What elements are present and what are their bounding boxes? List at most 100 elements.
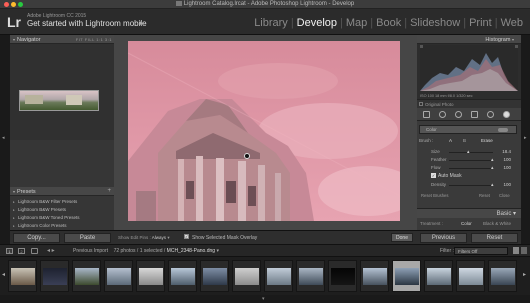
- module-map[interactable]: Map: [343, 17, 370, 29]
- show-mask-overlay-checkbox[interactable]: ✓: [184, 234, 189, 239]
- histogram-header[interactable]: Histogram ▾: [417, 35, 521, 44]
- treatment-color-option[interactable]: Color: [461, 221, 472, 226]
- chevron-right-icon[interactable]: ▸: [140, 19, 144, 27]
- primary-display-button[interactable]: 1: [6, 248, 13, 254]
- module-book[interactable]: Book: [373, 17, 404, 29]
- adjustment-brush-tool-icon[interactable]: [503, 111, 510, 118]
- basic-header[interactable]: Basic ▾: [417, 208, 521, 218]
- filmstrip-thumbnail[interactable]: [264, 260, 293, 292]
- chevron-down-icon[interactable]: ▾: [216, 248, 219, 254]
- filmstrip-thumbnail[interactable]: [104, 260, 133, 292]
- module-print[interactable]: Print: [466, 17, 495, 29]
- size-thumb[interactable]: ▴: [467, 149, 470, 155]
- filter-select[interactable]: Filters Off: [454, 247, 508, 255]
- color-swatch[interactable]: [498, 128, 508, 132]
- scroll-right-icon[interactable]: ▸: [523, 271, 526, 278]
- lock-icon[interactable]: [513, 247, 519, 254]
- histogram[interactable]: ISO 100 18 mm f/8.0 1/320 sec: [417, 44, 521, 100]
- navigator-zoom-options[interactable]: FIT FILL 1:1 3:1: [76, 37, 112, 42]
- flow-value[interactable]: 100: [503, 165, 511, 170]
- size-track[interactable]: [449, 152, 493, 153]
- feather-slider-row[interactable]: Feather ▴ 100: [419, 157, 517, 164]
- add-preset-icon[interactable]: +: [107, 188, 111, 194]
- mobile-promo-link[interactable]: Get started with Lightroom mobile: [27, 19, 147, 28]
- filmstrip-thumbnail[interactable]: [200, 260, 229, 292]
- photo-with-mask-overlay[interactable]: [128, 41, 400, 221]
- density-value[interactable]: 100: [503, 182, 511, 187]
- treatment-bw-option[interactable]: Black & White: [483, 221, 511, 226]
- filmstrip-source-info[interactable]: Previous Import 72 photos / 1 selected /…: [73, 248, 219, 254]
- brush-reset-button[interactable]: Reset: [479, 193, 490, 198]
- navigator-header[interactable]: ▾ Navigator FIT FILL 1:1 3:1: [10, 35, 114, 44]
- filmstrip-thumbnail[interactable]: [168, 260, 197, 292]
- navigator-thumbnail[interactable]: [19, 90, 99, 111]
- show-edit-pins-control[interactable]: Show Edit Pins : Always ▾: [118, 235, 170, 241]
- radial-filter-tool-icon[interactable]: [487, 111, 494, 118]
- adjustment-pin[interactable]: [244, 153, 250, 159]
- preset-folder[interactable]: ▸ Lightroom B&W Toned Presets: [10, 214, 114, 222]
- feather-thumb[interactable]: ▴: [491, 157, 494, 163]
- presets-header[interactable]: ▾ Presets +: [10, 187, 114, 196]
- done-button[interactable]: Done: [391, 233, 413, 242]
- module-slideshow[interactable]: Slideshow: [407, 17, 463, 29]
- preset-folder[interactable]: ▸ Lightroom B&W Filter Presets: [10, 198, 114, 206]
- chevron-down-icon[interactable]: ▾: [167, 235, 169, 240]
- graduated-filter-tool-icon[interactable]: [471, 111, 478, 118]
- right-panel-toggle-icon[interactable]: ▸: [524, 135, 527, 141]
- feather-track[interactable]: [449, 160, 493, 161]
- secondary-display-button[interactable]: 2: [18, 248, 25, 254]
- previous-button[interactable]: Previous: [420, 233, 467, 243]
- auto-mask-checkbox[interactable]: ✓: [431, 173, 436, 179]
- filmstrip-thumbnail[interactable]: [456, 260, 485, 292]
- filmstrip-thumbnail[interactable]: [136, 260, 165, 292]
- copy-settings-button[interactable]: Copy...: [13, 233, 60, 243]
- brush-a-button[interactable]: A: [449, 138, 452, 143]
- navigation-arrows-icon[interactable]: ◂ ▸: [47, 247, 55, 254]
- filmstrip-thumbnail[interactable]: [72, 260, 101, 292]
- source-label[interactable]: Previous Import: [73, 248, 108, 254]
- filmstrip-thumbnail[interactable]: [8, 260, 37, 292]
- original-photo-checkbox[interactable]: [419, 102, 423, 106]
- auto-mask-toggle[interactable]: ✓ Auto Mask: [431, 173, 462, 179]
- density-track[interactable]: [449, 185, 493, 186]
- filmstrip-thumbnail[interactable]: [360, 260, 389, 292]
- filmstrip-thumbnail[interactable]: [424, 260, 453, 292]
- scroll-left-icon[interactable]: ◂: [2, 271, 5, 278]
- grid-view-icon[interactable]: [31, 248, 38, 254]
- filmstrip-thumbnail[interactable]: [488, 260, 517, 292]
- size-slider-row[interactable]: Size ▴ 18.4: [419, 149, 517, 156]
- filmstrip-thumbnail[interactable]: [328, 260, 357, 292]
- navigator-preview[interactable]: [10, 44, 114, 140]
- filmstrip-thumbnail[interactable]: [392, 260, 421, 292]
- module-develop[interactable]: Develop: [294, 17, 340, 29]
- brush-erase-button[interactable]: Erase: [481, 138, 493, 143]
- size-value[interactable]: 18.4: [502, 149, 511, 154]
- module-library[interactable]: Library: [251, 17, 291, 29]
- left-panel-toggle-icon[interactable]: ◂: [2, 135, 5, 141]
- flow-slider-row[interactable]: Flow ▴ 100: [419, 165, 517, 172]
- filmstrip-thumbnail[interactable]: [296, 260, 325, 292]
- color-swatch-row[interactable]: Color: [419, 125, 517, 134]
- preset-folder[interactable]: ▸ Lightroom Color Presets: [10, 222, 114, 230]
- preset-folder[interactable]: ▸ Lightroom B&W Presets: [10, 206, 114, 214]
- module-web[interactable]: Web: [498, 17, 526, 29]
- feather-value[interactable]: 100: [503, 157, 511, 162]
- filmstrip-thumbnail[interactable]: [40, 260, 69, 292]
- original-photo-toggle[interactable]: Original Photo: [417, 100, 521, 108]
- filmstrip-toggle-icon[interactable]: [521, 247, 527, 254]
- brush-b-button[interactable]: B: [463, 138, 466, 143]
- red-eye-tool-icon[interactable]: [455, 111, 462, 118]
- filmstrip-thumbnail[interactable]: [232, 260, 261, 292]
- flow-thumb[interactable]: ▴: [491, 165, 494, 171]
- photo-canvas[interactable]: [114, 35, 417, 230]
- spot-removal-tool-icon[interactable]: [439, 111, 446, 118]
- brush-close-button[interactable]: Close: [499, 193, 510, 198]
- reset-button[interactable]: Reset: [471, 233, 518, 243]
- paste-settings-button[interactable]: Paste: [64, 233, 111, 243]
- bottom-panel-toggle-icon[interactable]: ▾: [262, 296, 265, 302]
- flow-track[interactable]: [449, 168, 493, 169]
- reset-brushes-button[interactable]: Reset Brushes: [421, 193, 448, 198]
- density-thumb[interactable]: ▴: [491, 182, 494, 188]
- crop-tool-icon[interactable]: [423, 111, 430, 118]
- density-slider-row[interactable]: Density ▴ 100: [419, 182, 517, 189]
